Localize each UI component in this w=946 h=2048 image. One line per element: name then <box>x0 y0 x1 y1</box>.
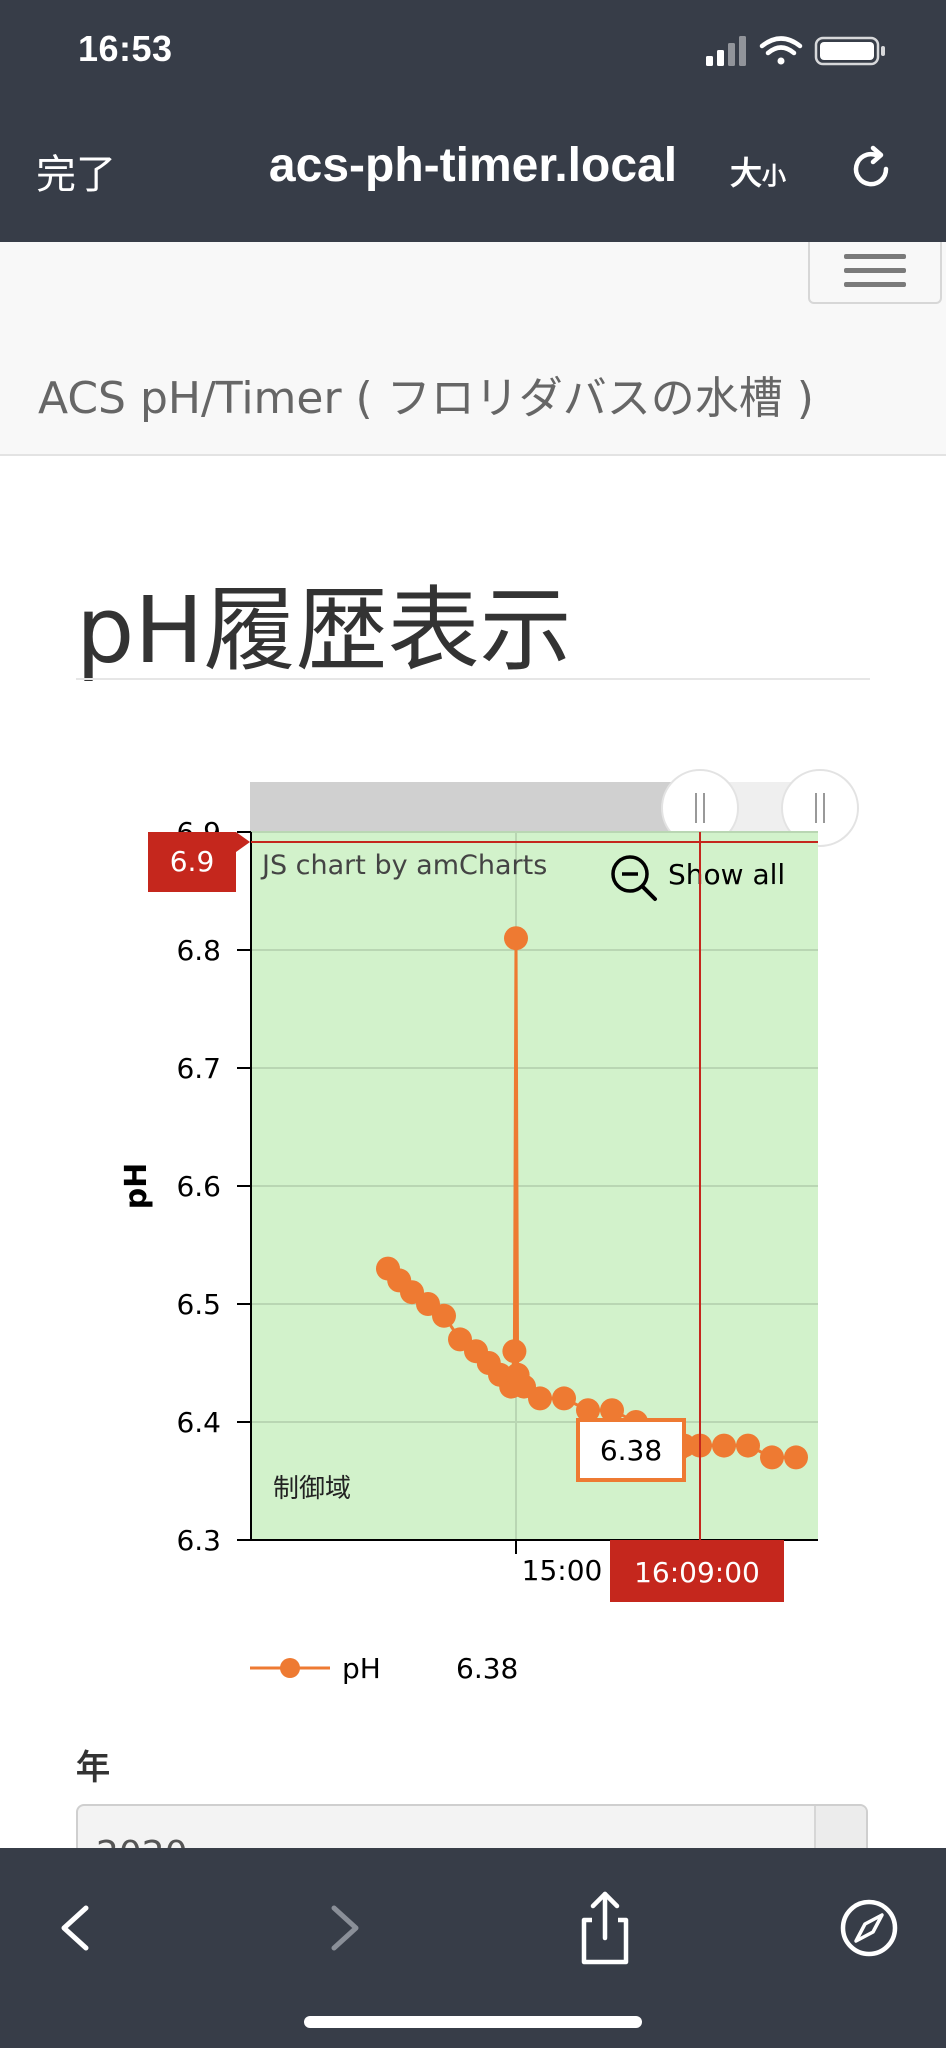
ph-data-point[interactable] <box>552 1386 576 1411</box>
ph-data-point[interactable] <box>712 1433 736 1458</box>
reload-icon[interactable] <box>846 144 896 194</box>
home-indicator <box>304 2016 642 2028</box>
cellular-signal-icon <box>706 36 746 66</box>
band-label: 制御域 <box>273 1474 351 1504</box>
ph-data-point[interactable] <box>736 1433 760 1458</box>
ph-data-point[interactable] <box>760 1445 784 1470</box>
legend-series-name: pH <box>342 1652 381 1685</box>
cursor-y-label: 6.9 <box>148 832 250 892</box>
chart-svg: 6.3 6.4 6.5 6.6 6.7 6.8 6.9 15:00 pH JS chart … <box>119 769 859 1685</box>
legend-marker-icon <box>250 1658 330 1678</box>
y-axis-title: pH <box>119 1163 154 1210</box>
tooltip-value: 6.38 <box>600 1434 662 1467</box>
y-tick-label: 6.8 <box>176 934 221 967</box>
ph-history-chart: 6.3 6.4 6.5 6.6 6.7 6.8 6.9 15:00 pH JS chart … <box>0 760 946 1720</box>
address-bar-url[interactable]: acs-ph-timer.local <box>0 138 946 193</box>
site-brand[interactable]: ACS pH/Timer ( フロリダバスの水槽 ) <box>38 362 814 426</box>
text-size-button[interactable]: 大小 <box>730 148 786 194</box>
y-tick-label: 6.5 <box>176 1288 221 1321</box>
y-tick-label: 6.3 <box>176 1524 221 1557</box>
ph-data-point[interactable] <box>432 1303 456 1328</box>
text-size-small: 小 <box>762 162 787 190</box>
menu-toggle-button[interactable] <box>808 242 942 304</box>
hamburger-line <box>844 254 906 259</box>
y-tick-label: 6.7 <box>176 1052 221 1085</box>
chart-credit[interactable]: JS chart by amCharts <box>260 850 547 881</box>
y-axis-ticks: 6.36.46.56.66.76.86.9 <box>176 816 251 1557</box>
hamburger-line <box>844 282 906 287</box>
cursor-y-value: 6.9 <box>170 845 215 878</box>
hamburger-line <box>844 268 906 273</box>
text-size-big: 大 <box>730 154 763 192</box>
forward-icon[interactable] <box>310 1888 380 1968</box>
status-icons <box>706 36 885 66</box>
status-time: 16:53 <box>78 28 173 69</box>
title-divider <box>76 678 870 680</box>
show-all-label: Show all <box>668 858 785 891</box>
site-navbar: ACS pH/Timer ( フロリダバスの水槽 ) <box>0 242 946 456</box>
browser-top-bar: 16:53 完了 acs-ph-timer.local 大小 <box>0 0 946 242</box>
share-icon[interactable] <box>570 1888 640 1968</box>
compass-icon[interactable] <box>834 1888 904 1968</box>
back-icon[interactable] <box>40 1888 110 1968</box>
x-tick-label: 15:00 <box>522 1554 603 1587</box>
y-tick-label: 6.4 <box>176 1406 221 1439</box>
legend-series-value: 6.38 <box>456 1652 518 1685</box>
wifi-icon <box>759 36 803 65</box>
chart-legend[interactable]: pH 6.38 <box>250 1652 518 1685</box>
cursor-x-label: 16:09:00 <box>610 1540 784 1602</box>
ph-data-point[interactable] <box>528 1386 552 1411</box>
ph-data-point[interactable] <box>504 926 528 951</box>
value-tooltip: 6.38 <box>576 1418 698 1482</box>
cursor-x-value: 16:09:00 <box>634 1556 760 1589</box>
page-title: pH履歴表示 <box>76 577 572 684</box>
battery-icon <box>814 36 885 66</box>
ph-data-point[interactable] <box>784 1445 808 1470</box>
ph-data-point[interactable] <box>502 1339 527 1364</box>
year-label: 年 <box>76 1748 110 1788</box>
y-tick-label: 6.6 <box>176 1170 221 1203</box>
